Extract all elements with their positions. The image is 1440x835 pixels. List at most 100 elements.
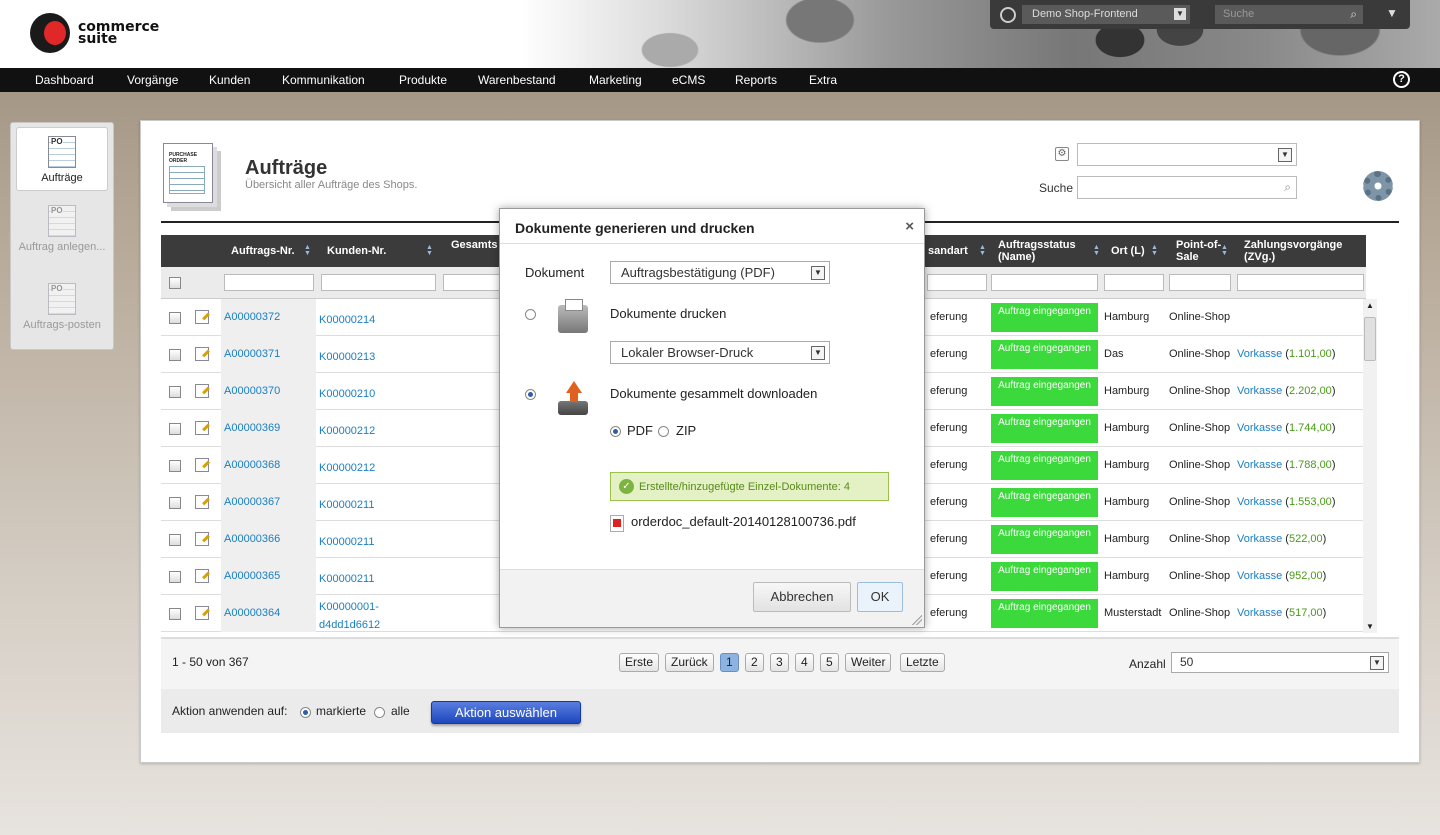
help-icon[interactable]: ?: [1393, 71, 1410, 88]
edit-icon[interactable]: [195, 569, 209, 583]
customer-number-link[interactable]: K00000211: [319, 533, 374, 551]
customer-number-link[interactable]: K00000212: [319, 422, 375, 440]
order-number-link[interactable]: A00000371: [224, 348, 280, 360]
payment-link[interactable]: Vorkasse: [1237, 607, 1282, 619]
customer-number-link[interactable]: K00000213: [319, 348, 375, 366]
gear-icon[interactable]: [1363, 171, 1393, 201]
row-checkbox[interactable]: [169, 460, 181, 472]
radio-format-zip[interactable]: [658, 426, 669, 437]
edit-icon[interactable]: [195, 532, 209, 546]
customer-number-link[interactable]: K00000211: [319, 496, 374, 514]
search-icon[interactable]: ⌕: [1284, 180, 1291, 195]
row-checkbox[interactable]: [169, 423, 181, 435]
row-checkbox[interactable]: [169, 608, 181, 620]
nav-extra[interactable]: Extra: [809, 73, 837, 87]
nav-kunden[interactable]: Kunden: [209, 73, 250, 87]
filter-select[interactable]: ▼: [1077, 143, 1297, 166]
page-next-button[interactable]: Weiter: [845, 653, 892, 672]
radio-format-pdf[interactable]: [610, 426, 621, 437]
logo[interactable]: commerce suite: [30, 13, 159, 53]
order-number-link[interactable]: A00000365: [224, 570, 280, 582]
count-select[interactable]: 50 ▼: [1171, 652, 1389, 673]
sort-icon[interactable]: ▲ ▼: [304, 244, 312, 257]
order-number-link[interactable]: A00000369: [224, 422, 280, 434]
select-all-checkbox[interactable]: [169, 277, 181, 289]
column-header-gesamt[interactable]: Gesamts: [451, 239, 497, 251]
customer-number-link[interactable]: K00000001- d4dd1d6612: [319, 598, 380, 633]
sort-icon[interactable]: ▲ ▼: [979, 244, 987, 257]
radio-download-documents[interactable]: [525, 389, 536, 400]
radio-print-documents[interactable]: [525, 309, 536, 320]
nav-dashboard[interactable]: Dashboard: [35, 73, 94, 87]
order-number-link[interactable]: A00000370: [224, 385, 280, 397]
edit-icon[interactable]: [195, 384, 209, 398]
column-header-auftrags-nr[interactable]: Auftrags-Nr.: [231, 245, 295, 257]
page-3-button[interactable]: 3: [770, 653, 789, 672]
sort-icon[interactable]: ▲ ▼: [1093, 244, 1101, 257]
close-icon[interactable]: ×: [905, 218, 914, 235]
radio-all[interactable]: [374, 707, 385, 718]
row-checkbox[interactable]: [169, 349, 181, 361]
page-4-button[interactable]: 4: [795, 653, 814, 672]
payment-link[interactable]: Vorkasse: [1237, 459, 1282, 471]
filter-input-versandart[interactable]: [927, 274, 987, 291]
document-select[interactable]: Auftragsbestätigung (PDF) ▼: [610, 261, 830, 284]
edit-icon[interactable]: [195, 458, 209, 472]
column-header-ort[interactable]: Ort (L): [1111, 245, 1145, 257]
payment-link[interactable]: Vorkasse: [1237, 385, 1282, 397]
order-number-link[interactable]: A00000366: [224, 533, 280, 545]
table-scrollbar[interactable]: ▲ ▼: [1363, 299, 1377, 633]
sidebar-item-auftraege[interactable]: Aufträge: [16, 127, 108, 191]
shop-select[interactable]: Demo Shop-Frontend ▼: [1022, 5, 1190, 24]
payment-link[interactable]: Vorkasse: [1237, 422, 1282, 434]
column-header-auftragsstatus[interactable]: Auftragsstatus (Name): [998, 239, 1098, 263]
cancel-button[interactable]: Abbrechen: [753, 582, 851, 612]
nav-kommunikation[interactable]: Kommunikation: [282, 73, 365, 87]
row-checkbox[interactable]: [169, 497, 181, 509]
edit-icon[interactable]: [195, 606, 209, 620]
print-method-select[interactable]: Lokaler Browser-Druck ▼: [610, 341, 830, 364]
order-number-link[interactable]: A00000372: [224, 311, 280, 323]
filter-icon[interactable]: ⚙: [1055, 147, 1069, 161]
page-first-button[interactable]: Erste: [619, 653, 660, 672]
nav-marketing[interactable]: Marketing: [589, 73, 642, 87]
scroll-thumb[interactable]: [1364, 317, 1376, 361]
resize-handle-icon[interactable]: [912, 615, 922, 625]
nav-produkte[interactable]: Produkte: [399, 73, 447, 87]
sidebar-item-auftrag-anlegen[interactable]: Auftrag anlegen...: [16, 197, 108, 261]
order-number-link[interactable]: A00000368: [224, 459, 280, 471]
sort-icon[interactable]: ▲ ▼: [1221, 244, 1229, 257]
filter-input-pos[interactable]: [1169, 274, 1231, 291]
scroll-up-icon[interactable]: ▲: [1366, 301, 1374, 310]
select-action-button[interactable]: Aktion auswählen: [431, 701, 581, 724]
search-input[interactable]: ⌕: [1077, 176, 1297, 199]
download-file-link[interactable]: orderdoc_default-20140128100736.pdf: [631, 514, 856, 529]
sort-icon[interactable]: ▲ ▼: [426, 244, 434, 257]
radio-marked[interactable]: [300, 707, 311, 718]
filter-input-kunden-nr[interactable]: [321, 274, 436, 291]
filter-input-ort[interactable]: [1104, 274, 1164, 291]
customer-number-link[interactable]: K00000211: [319, 570, 374, 588]
row-checkbox[interactable]: [169, 312, 181, 324]
top-search-input[interactable]: Suche ⌕: [1215, 5, 1363, 24]
nav-vorgaenge[interactable]: Vorgänge: [127, 73, 178, 87]
column-header-zahlungsvorgaenge[interactable]: Zahlungsvorgänge (ZVg.): [1244, 239, 1362, 263]
payment-link[interactable]: Vorkasse: [1237, 570, 1282, 582]
column-header-point-of-sale[interactable]: Point-of-Sale: [1176, 239, 1224, 263]
payment-link[interactable]: Vorkasse: [1237, 496, 1282, 508]
filter-input-zahlung[interactable]: [1237, 274, 1364, 291]
edit-icon[interactable]: [195, 310, 209, 324]
nav-reports[interactable]: Reports: [735, 73, 777, 87]
filter-input-status[interactable]: [991, 274, 1098, 291]
search-icon[interactable]: ⌕: [1350, 7, 1357, 22]
ok-button[interactable]: OK: [857, 582, 903, 612]
row-checkbox[interactable]: [169, 534, 181, 546]
page-last-button[interactable]: Letzte: [900, 653, 945, 672]
filter-input-auftrags-nr[interactable]: [224, 274, 314, 291]
payment-link[interactable]: Vorkasse: [1237, 533, 1282, 545]
sort-icon[interactable]: ▲ ▼: [1151, 244, 1159, 257]
column-header-kunden-nr[interactable]: Kunden-Nr.: [327, 245, 386, 257]
edit-icon[interactable]: [195, 421, 209, 435]
order-number-link[interactable]: A00000367: [224, 496, 280, 508]
edit-icon[interactable]: [195, 495, 209, 509]
